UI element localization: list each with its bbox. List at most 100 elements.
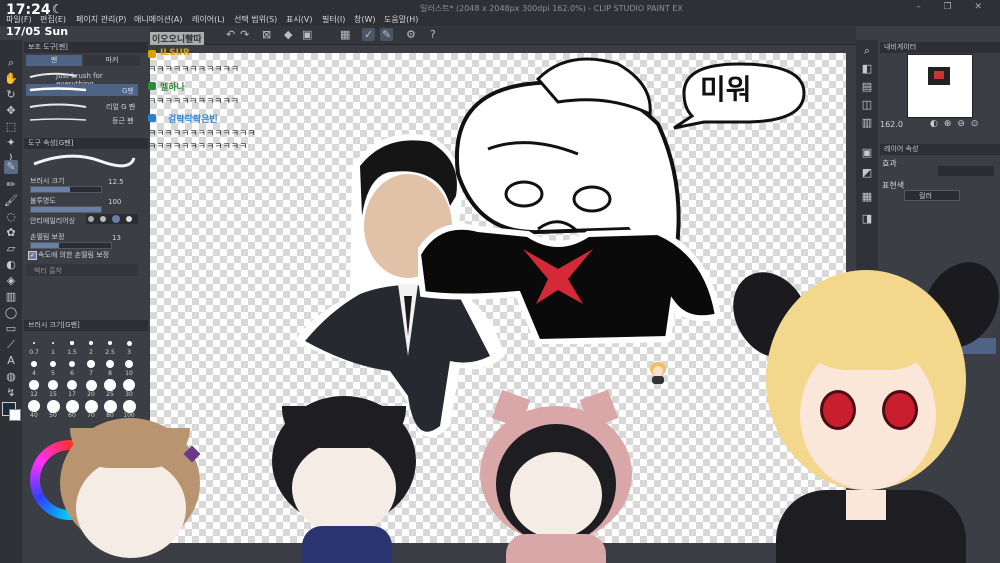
menu-animation[interactable]: 애니메이션(A) — [134, 14, 183, 25]
airbrush-icon[interactable]: ◌ — [4, 210, 18, 224]
brush-item-g-pen[interactable]: G펜 — [26, 84, 138, 96]
select-icon[interactable]: ⬚ — [4, 120, 18, 134]
pen-icon[interactable]: ✎ — [380, 28, 394, 41]
menu-view[interactable]: 표시(V) — [286, 14, 312, 25]
panel-icon[interactable]: ◨ — [860, 212, 874, 226]
brush-size-option[interactable]: 30 — [121, 378, 138, 398]
text-icon[interactable]: A — [4, 354, 18, 368]
brush-size-label: 30 — [125, 391, 133, 398]
brush-item-just-brush[interactable]: Just brush for everything — [26, 70, 138, 88]
blend-icon[interactable]: ◐ — [4, 258, 18, 272]
frame-icon[interactable]: ▭ — [4, 322, 18, 336]
menu-page[interactable]: 페이지 관리(P) — [76, 14, 126, 25]
panel-icon[interactable]: ▦ — [860, 190, 874, 204]
undo-icon[interactable]: ↶ — [226, 28, 235, 41]
menu-layer[interactable]: 레이어(L) — [192, 14, 225, 25]
panel-icon[interactable]: ▥ — [860, 116, 874, 130]
menu-help[interactable]: 도움말(H) — [384, 14, 418, 25]
chibi-avatar-cat-hood — [476, 389, 636, 563]
brush-size-label: 12 — [30, 391, 38, 398]
tab-marker[interactable]: 마커 — [84, 55, 140, 66]
zoom-icon[interactable]: ⌕ — [4, 56, 18, 70]
brush-size-option[interactable]: 4 — [26, 357, 43, 377]
brush-size-option[interactable]: 50 — [45, 399, 62, 419]
grid-icon[interactable]: ▦ — [340, 28, 350, 41]
wand-icon[interactable]: ✦ — [4, 136, 18, 150]
gradient-icon[interactable]: ▥ — [4, 290, 18, 304]
zoom-value[interactable]: 162.0 — [880, 120, 903, 129]
antialias-selector[interactable] — [86, 214, 138, 224]
panel-icon[interactable]: ◫ — [860, 98, 874, 112]
panel-icon[interactable]: ◩ — [860, 166, 874, 180]
brush-icon[interactable]: 🖌 — [4, 194, 18, 208]
brush-label: 둥근 펜 — [112, 117, 134, 125]
brush-size-option[interactable]: 8 — [102, 357, 119, 377]
color-mode-select[interactable]: 컬러 — [904, 190, 960, 201]
hand-icon[interactable]: ✋ — [4, 72, 18, 86]
navigator-controls[interactable]: ◐⊕⊖⊙ — [930, 119, 984, 129]
brush-size-option[interactable]: 10 — [121, 357, 138, 377]
sub-color-swatch[interactable] — [9, 409, 21, 421]
menu-file[interactable]: 파일(F) — [6, 14, 32, 25]
brush-size-option[interactable]: 70 — [83, 399, 100, 419]
effect-buttons[interactable] — [938, 166, 994, 176]
brush-size-option[interactable]: 60 — [64, 399, 81, 419]
brush-size-option[interactable]: 7 — [83, 357, 100, 377]
brush-size-option[interactable]: 2.5 — [102, 336, 119, 356]
pencil-icon[interactable]: ✏ — [4, 178, 18, 192]
settings-icon[interactable]: ⚙ — [406, 28, 416, 41]
brush-size-option[interactable]: 20 — [83, 378, 100, 398]
brush-size-option[interactable]: 3 — [121, 336, 138, 356]
brush-size-option[interactable]: 15 — [45, 378, 62, 398]
brush-size-slider[interactable] — [30, 186, 102, 193]
brush-size-option[interactable]: 1.5 — [64, 336, 81, 356]
brush-size-palette[interactable]: 0.7 1 1.5 2 2.5 3 4 5 6 7 8 10 12 15 17 20 25 30 40 50 60 70 8… — [26, 336, 140, 420]
panel-icon[interactable]: ▣ — [860, 146, 874, 160]
redo-icon[interactable]: ↷ — [240, 28, 249, 41]
correct-line-icon[interactable]: ↯ — [4, 386, 18, 400]
brush-size-option[interactable]: 5 — [45, 357, 62, 377]
decoration-icon[interactable]: ✿ — [4, 226, 18, 240]
brush-size-option[interactable]: 80 — [102, 399, 119, 419]
menu-window[interactable]: 창(W) — [354, 14, 376, 25]
speed-stabilization-checkbox[interactable]: ✓ — [28, 251, 37, 260]
brush-item-round-pen[interactable]: 둥근 펜 — [26, 114, 138, 126]
balloon-icon[interactable]: ◍ — [4, 370, 18, 384]
brush-item-real-g-pen[interactable]: 리얼 G 펜 — [26, 100, 138, 112]
eraser-icon[interactable]: ▱ — [4, 242, 18, 256]
brush-size-option[interactable]: 1 — [45, 336, 62, 356]
help-icon[interactable]: ? — [430, 28, 436, 41]
brush-size-option[interactable]: 6 — [64, 357, 81, 377]
brush-size-dot — [87, 360, 95, 368]
panel-icon[interactable]: ◧ — [860, 62, 874, 76]
menu-filter[interactable]: 필터(I) — [322, 14, 345, 25]
stabilization-slider[interactable] — [30, 242, 112, 249]
brush-size-option[interactable]: 25 — [102, 378, 119, 398]
brush-size-option[interactable]: 2 — [83, 336, 100, 356]
brush-size-option[interactable]: 40 — [26, 399, 43, 419]
tab-pen[interactable]: 펜 — [26, 55, 82, 66]
move-icon[interactable]: ✥ — [4, 104, 18, 118]
ruler-tool-icon[interactable]: ⟋ — [4, 338, 18, 352]
opacity-label: 불투명도 — [30, 197, 56, 205]
clear-icon[interactable]: ⊠ — [262, 28, 271, 41]
panel-icon[interactable]: ▤ — [860, 80, 874, 94]
brush-size-option[interactable]: 100 — [121, 399, 138, 419]
menu-edit[interactable]: 편집(E) — [40, 14, 66, 25]
brush-size-label: 25 — [106, 391, 114, 398]
navigator-thumbnail[interactable] — [907, 54, 973, 118]
menu-selection[interactable]: 선택 범위(S) — [234, 14, 277, 25]
pen-tool-icon[interactable]: ✎ — [4, 160, 18, 174]
brush-size-option[interactable]: 0.7 — [26, 336, 43, 356]
fill-icon[interactable]: ◆ — [284, 28, 292, 41]
fill-tool-icon[interactable]: ◈ — [4, 274, 18, 288]
opacity-slider[interactable] — [30, 206, 102, 213]
panel-icon[interactable]: ⌕ — [860, 44, 874, 58]
transform-icon[interactable]: ▣ — [302, 28, 312, 41]
brush-size-option[interactable]: 12 — [26, 378, 43, 398]
window-controls[interactable]: – ❐ ✕ — [916, 2, 992, 12]
rotate-icon[interactable]: ↻ — [4, 88, 18, 102]
brush-size-option[interactable]: 17 — [64, 378, 81, 398]
ruler-icon[interactable]: ✓ — [362, 28, 376, 41]
figure-icon[interactable]: ◯ — [4, 306, 18, 320]
